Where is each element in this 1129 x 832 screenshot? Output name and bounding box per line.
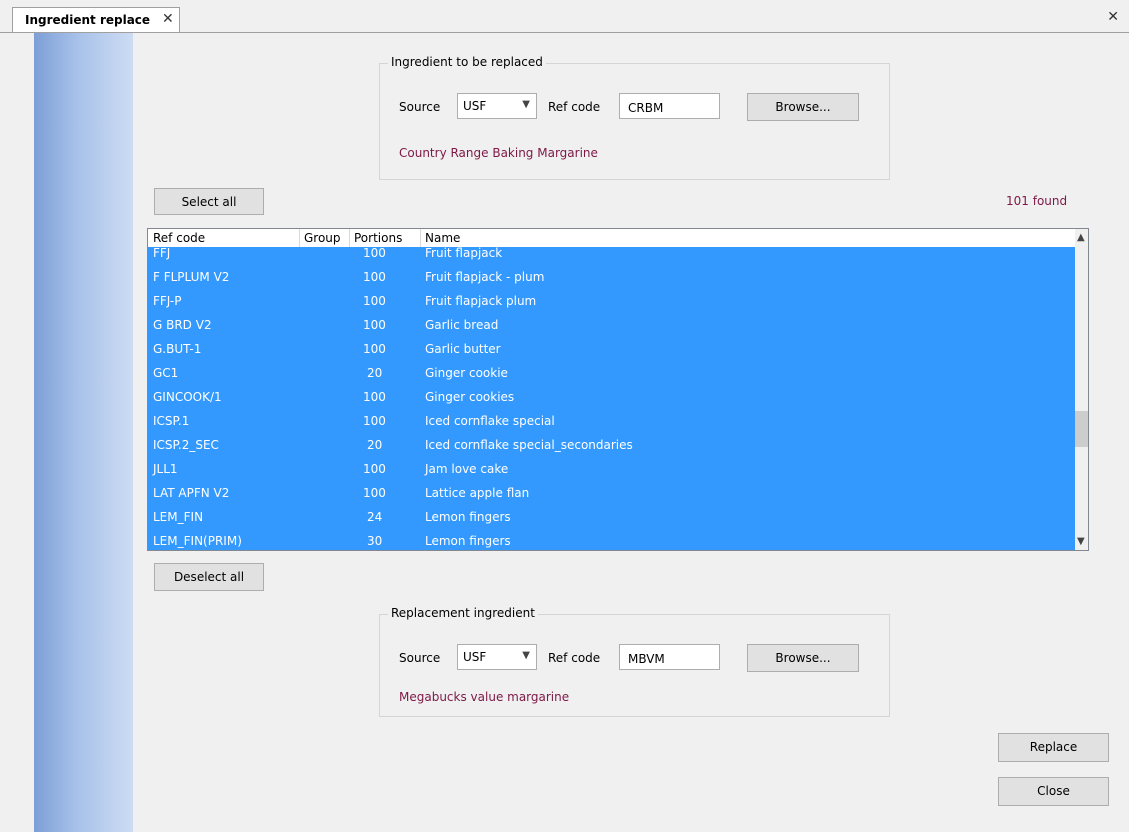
replacement-description: Megabucks value margarine xyxy=(399,690,570,704)
scroll-up-icon[interactable]: ▲ xyxy=(1077,232,1085,243)
table-row[interactable]: LAT APFN V2 100 Lattice apple flan xyxy=(148,481,1076,505)
replacement-source-label: Source xyxy=(399,651,441,665)
header-group[interactable]: Group xyxy=(304,231,341,245)
tab-bar: Ingredient replace ✕ ✕ xyxy=(0,0,1129,33)
replace-button[interactable]: Replace xyxy=(998,733,1109,762)
replacement-legend: Replacement ingredient xyxy=(388,606,538,620)
table-row[interactable]: GINCOOK/1 100 Ginger cookies xyxy=(148,385,1076,409)
deselect-all-button[interactable]: Deselect all xyxy=(154,563,264,591)
replaced-browse-button[interactable]: Browse... xyxy=(747,93,859,121)
replacement-group: Replacement ingredient Source USF ▼ Ref … xyxy=(379,606,890,717)
select-all-button[interactable]: Select all xyxy=(154,188,264,215)
table-row[interactable]: G BRD V2 100 Garlic bread xyxy=(148,313,1076,337)
tab-divider xyxy=(0,32,1129,33)
tab-close-icon[interactable]: ✕ xyxy=(162,11,174,27)
recipe-table[interactable]: Ref code Group Portions Name FFJ 100 Fruit… xyxy=(147,228,1089,551)
replaced-source-label: Source xyxy=(399,100,441,114)
replaced-legend: Ingredient to be replaced xyxy=(388,55,546,69)
replaced-ref-input[interactable] xyxy=(619,93,720,119)
table-row[interactable]: FFJ 100 Fruit flapjack xyxy=(148,247,1076,265)
table-rows: FFJ 100 Fruit flapjack F FLPLUM V2 100 Fruit… xyxy=(148,247,1076,550)
table-header: Ref code Group Portions Name xyxy=(148,229,1076,248)
replacement-ref-label: Ref code xyxy=(548,651,601,665)
table-row[interactable]: ICSP.1 100 Iced cornflake special xyxy=(148,409,1076,433)
replacement-ref-input[interactable] xyxy=(619,644,720,670)
table-row[interactable]: GC1 20 Ginger cookie xyxy=(148,361,1076,385)
chevron-down-icon: ▼ xyxy=(522,650,530,661)
table-row[interactable]: G.BUT-1 100 Garlic butter xyxy=(148,337,1076,361)
tab-title: Ingredient replace xyxy=(25,13,151,27)
scroll-down-icon[interactable]: ▼ xyxy=(1077,536,1085,547)
header-portions[interactable]: Portions xyxy=(354,231,402,245)
table-row[interactable]: LEM_FIN(PRIM) 30 Lemon fingers xyxy=(148,529,1076,550)
tab-ingredient-replace[interactable]: Ingredient replace ✕ xyxy=(12,7,180,33)
close-button[interactable]: Close xyxy=(998,777,1109,806)
replacement-source-select[interactable]: USF ▼ xyxy=(457,644,537,670)
table-row[interactable]: FFJ-P 100 Fruit flapjack plum xyxy=(148,289,1076,313)
replaced-ref-label: Ref code xyxy=(548,100,601,114)
table-row[interactable]: ICSP.2_SEC 20 Iced cornflake special_secon… xyxy=(148,433,1076,457)
sidebar-gradient xyxy=(34,33,133,832)
chevron-down-icon: ▼ xyxy=(522,99,530,110)
replacement-source-value: USF xyxy=(463,650,487,664)
window-close-icon[interactable]: ✕ xyxy=(1107,9,1119,25)
header-name[interactable]: Name xyxy=(425,231,460,245)
scroll-thumb[interactable] xyxy=(1075,411,1088,447)
table-row[interactable]: LEM_FIN 24 Lemon fingers xyxy=(148,505,1076,529)
replaced-source-select[interactable]: USF ▼ xyxy=(457,93,537,119)
table-scrollbar[interactable]: ▲ ▼ xyxy=(1075,229,1088,550)
replaced-group: Ingredient to be replaced Source USF ▼ R… xyxy=(379,55,890,180)
table-row[interactable]: F FLPLUM V2 100 Fruit flapjack - plum xyxy=(148,265,1076,289)
found-count: 101 found xyxy=(1006,194,1068,208)
replaced-description: Country Range Baking Margarine xyxy=(399,146,598,160)
replaced-source-value: USF xyxy=(463,99,487,113)
header-ref-code[interactable]: Ref code xyxy=(153,231,205,245)
table-row[interactable]: JLL1 100 Jam love cake xyxy=(148,457,1076,481)
replacement-browse-button[interactable]: Browse... xyxy=(747,644,859,672)
